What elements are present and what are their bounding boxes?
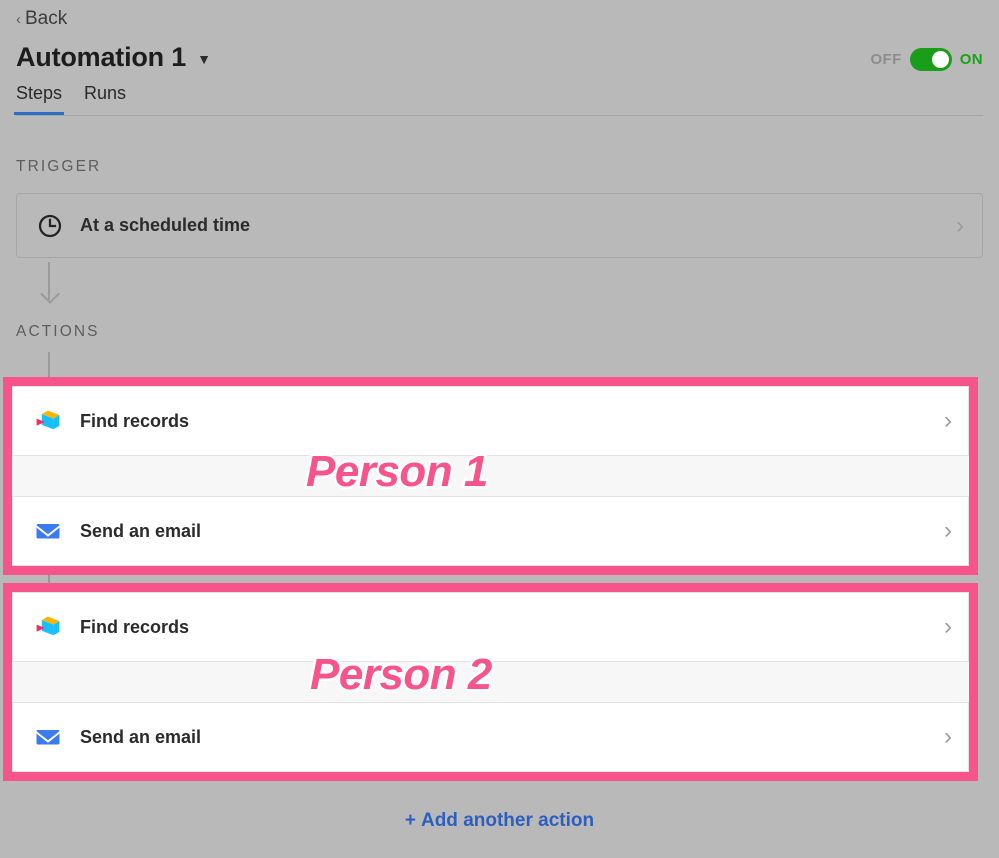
back-label: Back [25,8,68,29]
title-row: Automation 1 ▼ OFF ON [16,40,983,74]
envelope-email-icon [35,518,61,544]
trigger-section-label: TRIGGER [16,158,102,175]
chevron-right-icon[interactable]: › [944,615,952,639]
highlighted-action-group: Find records › Send an email › [3,583,978,781]
envelope-email-icon [35,724,61,750]
trigger-step-card[interactable]: At a scheduled time › [16,193,983,258]
chevron-left-icon: ‹ [16,10,21,28]
chevron-right-icon[interactable]: › [944,519,952,543]
add-another-action-button[interactable]: + Add another action [0,810,999,832]
chevron-right-icon[interactable]: › [956,213,964,238]
action-card-label: Send an email [80,726,202,747]
back-button[interactable]: ‹ Back [16,8,67,30]
tab-steps[interactable]: Steps [13,83,65,115]
action-card-send-email[interactable]: Send an email › [12,702,969,772]
airtable-find-records-icon [35,614,61,640]
tab-runs-label: Runs [84,83,127,103]
action-card-find-records[interactable]: Find records › [12,386,969,456]
tab-bar: Steps Runs [13,83,126,115]
page-title: Automation 1 [16,42,187,72]
caret-down-icon[interactable]: ▼ [197,51,211,67]
action-card-label: Send an email [80,520,202,541]
toggle-switch[interactable] [909,47,952,71]
action-card-gap [12,662,969,702]
actions-section-label: ACTIONS [16,323,100,340]
toggle-knob [931,50,949,68]
action-card-label: Find records [80,616,190,637]
action-card-send-email[interactable]: Send an email › [12,496,969,566]
toggle-on-label: ON [959,50,983,68]
tab-steps-label: Steps [16,83,63,103]
action-card-label: Find records [80,410,190,431]
clock-icon [37,213,63,239]
connector-arrow [48,262,50,300]
highlighted-action-group: Find records › Send an email › [3,377,978,575]
action-card-gap [12,456,969,496]
tab-bar-divider [16,115,983,116]
tab-runs[interactable]: Runs [84,83,126,115]
chevron-right-icon[interactable]: › [944,409,952,433]
toggle-off-label: OFF [870,50,902,68]
chevron-right-icon[interactable]: › [944,725,952,749]
airtable-find-records-icon [35,408,61,434]
automation-enabled-toggle[interactable]: OFF ON [870,47,983,71]
trigger-step-label: At a scheduled time [80,215,251,235]
action-card-find-records[interactable]: Find records › [12,592,969,662]
plus-icon: + [404,810,416,831]
add-another-action-label: Add another action [420,810,595,831]
